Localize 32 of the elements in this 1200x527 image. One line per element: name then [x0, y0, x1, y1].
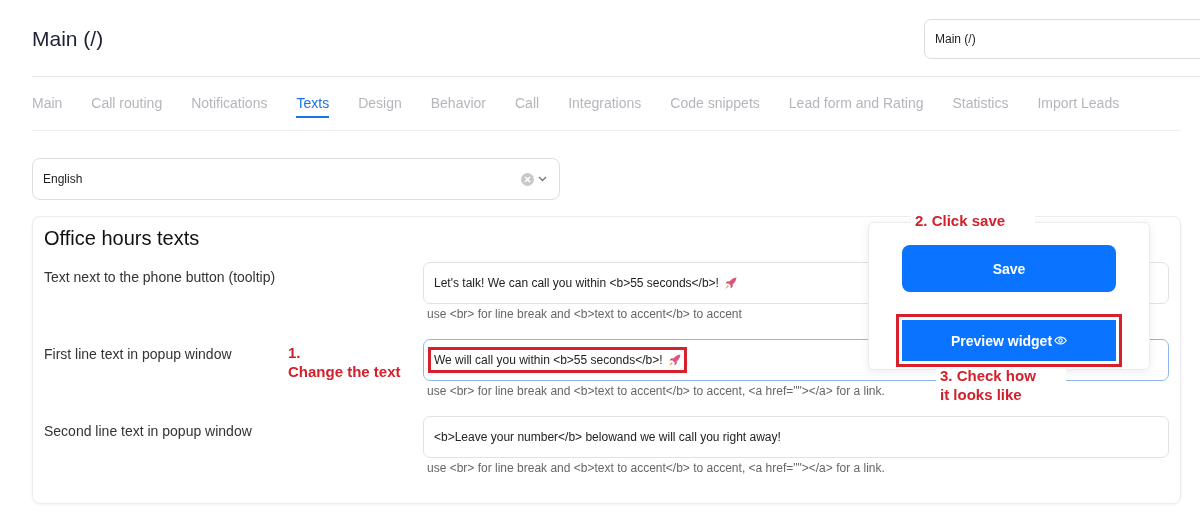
preview-button[interactable]: Preview widget: [902, 320, 1116, 361]
tab[interactable]: Integrations: [568, 89, 642, 118]
save-button[interactable]: Save: [902, 245, 1116, 292]
field-hint: use <br> for line break and <b>text to accent</b> to accent, <a href=""></a> for a link.: [427, 384, 885, 398]
field-value: We will call you within <b>55 seconds</b>!: [434, 353, 663, 367]
field-label: First line text in popup window: [44, 346, 232, 362]
chevron-down-icon[interactable]: [538, 176, 547, 182]
tab[interactable]: Code snippets: [670, 89, 760, 118]
tab[interactable]: Design: [358, 89, 402, 118]
tab[interactable]: Notifications: [191, 89, 268, 118]
language-select[interactable]: English: [32, 158, 560, 200]
tab[interactable]: Call: [515, 89, 540, 118]
tab[interactable]: Statistics: [952, 89, 1009, 118]
text-field[interactable]: <b>Leave your number</b> belowand we will call you right away!: [423, 416, 1169, 458]
field-value: <b>Leave your number</b> belowand we will call you right away!: [434, 430, 781, 444]
tab[interactable]: Lead form and Rating: [788, 89, 924, 118]
path-field[interactable]: Main (/): [924, 19, 1200, 59]
field-label: Text next to the phone button (tooltip): [44, 269, 276, 285]
field-hint: use <br> for line break and <b>text to accent</b> to accent: [427, 307, 742, 321]
tab[interactable]: Call routing: [91, 89, 163, 118]
eye-icon: [1054, 336, 1068, 345]
annotation: 1. Change the text: [287, 344, 402, 382]
section-title: Office hours texts: [44, 227, 201, 250]
page-title: Main (/): [32, 27, 104, 51]
tab[interactable]: Texts: [296, 89, 330, 118]
field-label: Second line text in popup window: [44, 423, 252, 439]
tab[interactable]: Behavior: [430, 89, 486, 118]
select-value: English: [43, 172, 83, 186]
field-value: Let's talk! We can call you within <b>55 seconds</b>!: [434, 276, 719, 290]
tab[interactable]: Main: [32, 89, 63, 118]
tab[interactable]: Import Leads: [1037, 89, 1120, 118]
field-hint: use <br> for line break and <b>text to accent</b> to accent, <a href=""></a> for a link.: [427, 461, 885, 475]
